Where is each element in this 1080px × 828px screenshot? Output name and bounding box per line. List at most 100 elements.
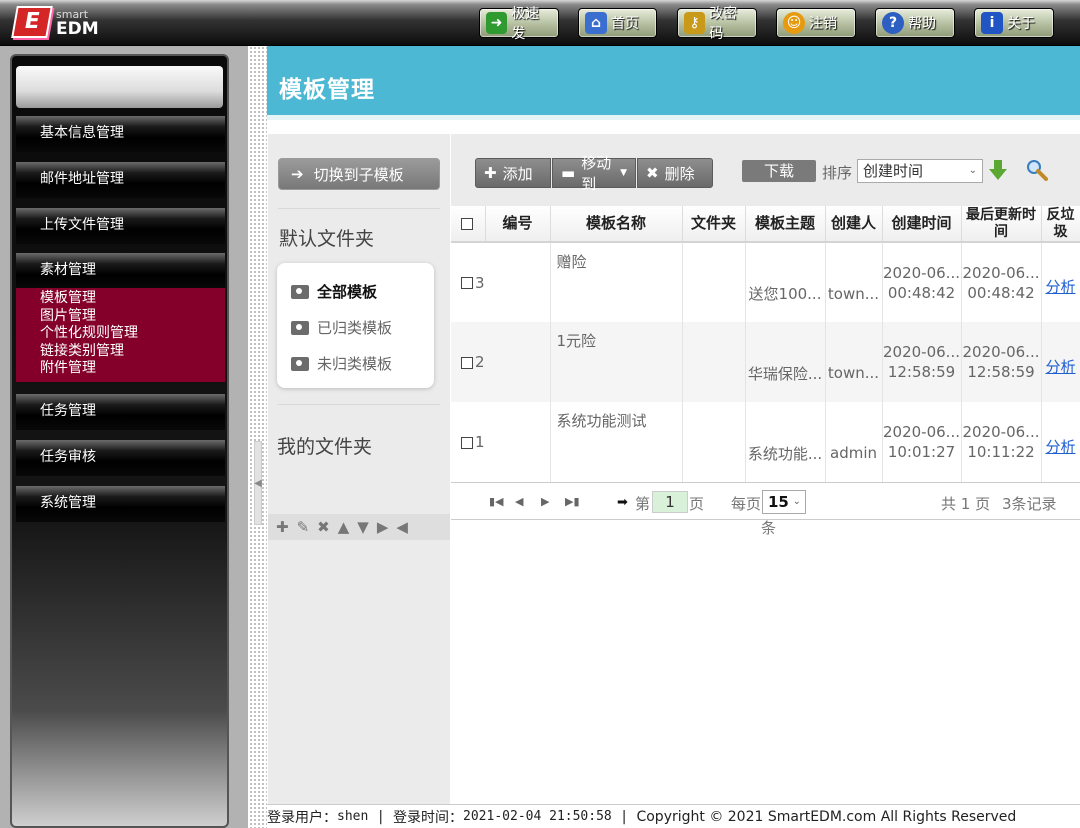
default-folder-title: 默认文件夹 [279,228,375,250]
top-nav-about[interactable]: i 关于 [974,8,1054,38]
next-page-icon[interactable]: ▶ [541,495,549,508]
column-header-name[interactable]: 模板名称 [550,206,683,243]
select-all-checkbox[interactable] [451,206,486,243]
row-checkbox[interactable] [461,277,473,289]
move-right-icon[interactable]: ▶ [377,518,389,536]
submenu-item-template[interactable]: 模板管理 [40,290,225,308]
table-row[interactable]: 1 系统功能测试 系统功能... admin 2020-06... 10:01:2… [451,402,1080,482]
row-checkbox[interactable] [461,436,473,449]
sidebar-item-task-review[interactable]: 任务审核 [16,440,225,476]
sidebar-item-material[interactable]: 素材管理 [16,253,225,289]
delete-folder-icon[interactable]: ✖ [317,518,330,536]
total-records-text: 3条记录 [1002,495,1057,513]
collapse-sidebar-icon[interactable]: ◀ [254,441,262,525]
column-header-updated-time[interactable]: 最后更新时间 [961,206,1042,243]
copyright-text: Copyright © 2021 SmartEDM.com All Rights… [636,808,1017,825]
delete-button-label: 删除 [664,164,695,183]
sidebar-item-basic-info[interactable]: 基本信息管理 [16,116,225,152]
per-page-value: 15 [768,493,789,511]
top-nav-help[interactable]: ? 帮助 [875,8,955,38]
add-folder-icon[interactable]: ✚ [276,518,289,536]
sidebar-item-system[interactable]: 系统管理 [16,486,225,522]
add-button[interactable]: ✚ 添加 [475,158,551,188]
move-up-icon[interactable]: ▲ [338,518,350,536]
splitter[interactable]: ◀ [249,46,267,828]
folder-item-label: 未归类模板 [317,355,393,373]
top-nav-home[interactable]: ⌂ 首页 [578,8,657,38]
analyze-link[interactable]: 分析 [1041,322,1080,402]
row-updated-date-text: 2020-06... [962,263,1040,282]
top-nav-about-label: 关于 [1007,16,1035,32]
delete-button[interactable]: ✖ 删除 [637,158,713,188]
table-row[interactable]: 3 赠险 送您100... town... 2020-06... 00:48:42… [451,242,1080,322]
template-grid: ✚ 添加 ▬ 移动到 ▼ ✖ 删除 下载 排序 创建时间 ⌄ 编号 模板名称 文… [451,134,1080,804]
page-number-input[interactable]: 1 [652,491,688,513]
download-button[interactable]: 下载 [742,160,816,182]
column-header-folder[interactable]: 文件夹 [682,206,746,243]
sidebar-item-email-address[interactable]: 邮件地址管理 [16,162,225,198]
table-row[interactable]: 2 1元险 华瑞保险... town... 2020-06... 12:58:59… [451,322,1080,402]
column-header-antispam[interactable]: 反垃圾 [1041,206,1080,243]
search-icon[interactable] [1025,158,1049,182]
folder-item-classified[interactable]: 已归类模板 [291,317,392,338]
top-nav-change-password[interactable]: ⚷ 改密码 [677,6,757,42]
folder-item-unclassified[interactable]: 未归类模板 [291,353,392,374]
column-header-created-time[interactable]: 创建时间 [882,206,962,243]
arrow-icon: ➜ [486,12,508,34]
sidebar: 基本信息管理 邮件地址管理 上传文件管理 素材管理 模板管理 图片管理 个性化规… [10,54,229,828]
chevron-down-icon: ▼ [620,168,627,178]
per-page-unit-label: 条 [761,519,777,537]
analyze-link[interactable]: 分析 [1041,242,1080,322]
row-creator: town... [825,242,883,322]
default-folder-list: 全部模板 已归类模板 未归类模板 [277,263,434,388]
folder-item-all[interactable]: 全部模板 [291,281,377,302]
submenu-item-personalization-rule[interactable]: 个性化规则管理 [40,325,225,343]
edit-folder-icon[interactable]: ✎ [297,518,310,536]
submenu-item-link-category[interactable]: 链接类别管理 [40,343,225,361]
column-header-creator[interactable]: 创建人 [825,206,883,243]
per-page-select[interactable]: 15 ⌄ [762,490,806,514]
last-page-icon[interactable]: ▶▮ [565,495,580,508]
sort-select[interactable]: 创建时间 ⌄ [857,159,983,183]
home-icon: ⌂ [585,12,607,34]
sidebar-item-task[interactable]: 任务管理 [16,394,225,430]
move-down-icon[interactable]: ▼ [357,518,369,536]
row-select[interactable]: 3 [451,242,551,322]
logo: E smart EDM [6,4,106,42]
switch-subtemplate-button[interactable]: ➔ 切换到子模板 [278,158,440,190]
go-page-icon[interactable]: ➡ [617,495,628,510]
chevron-down-icon: ⌄ [792,496,801,507]
row-select[interactable]: 1 [451,402,551,482]
top-bar: E smart EDM ➜ 极速发 ⌂ 首页 ⚷ 改密码 ☺ 注销 ? 帮助 i… [0,0,1080,46]
move-left-icon[interactable]: ◀ [396,518,408,536]
app-window: E smart EDM ➜ 极速发 ⌂ 首页 ⚷ 改密码 ☺ 注销 ? 帮助 i… [0,0,1080,828]
logo-big-text: EDM [56,19,99,39]
first-page-icon[interactable]: ▮◀ [489,495,504,508]
row-created-time-text: 12:58:59 [887,363,956,381]
row-creator: admin [825,402,883,482]
submenu-item-attachment[interactable]: 附件管理 [40,360,225,378]
move-to-button[interactable]: ▬ 移动到 ▼ [552,154,636,193]
column-header-id[interactable]: 编号 [485,206,551,243]
submenu-item-image[interactable]: 图片管理 [40,308,225,326]
page-title: 模板管理 [279,77,375,103]
row-creator: town... [825,322,883,402]
row-created-time: 2020-06... 10:01:27 [882,402,962,482]
login-user-label: 登录用户： [267,809,337,826]
login-user-value: shen [337,809,369,824]
row-subject: 送您100... [745,242,826,322]
row-folder [682,242,746,322]
column-header-subject[interactable]: 模板主题 [745,206,826,243]
row-select[interactable]: 2 [451,322,551,402]
sort-direction-icon[interactable] [988,158,1008,182]
prev-page-icon[interactable]: ◀ [515,495,523,508]
top-nav-logout[interactable]: ☺ 注销 [776,8,856,38]
top-nav-quick-send[interactable]: ➜ 极速发 [479,6,559,42]
row-folder [682,322,746,402]
logout-icon: ☺ [783,12,805,34]
analyze-link[interactable]: 分析 [1041,402,1080,482]
sidebar-item-upload-file[interactable]: 上传文件管理 [16,208,225,244]
my-folder-title: 我的文件夹 [277,436,373,458]
row-created-time-text: 00:48:42 [887,283,956,302]
row-checkbox[interactable] [461,356,473,369]
